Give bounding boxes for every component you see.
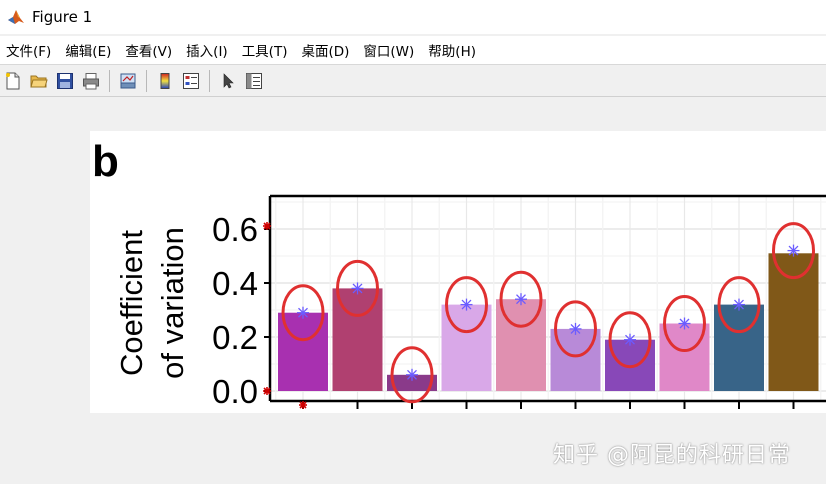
- data-point-marker: [678, 317, 691, 330]
- toolbar-separator: [209, 70, 210, 92]
- axis-marker: [263, 387, 271, 395]
- data-point-marker: [297, 306, 309, 319]
- property-editor-button[interactable]: [243, 70, 265, 92]
- new-figure-icon: [6, 72, 20, 90]
- axis-marker: [299, 401, 307, 409]
- save-button[interactable]: [54, 70, 76, 92]
- data-point-marker: [733, 298, 745, 311]
- data-point-marker: [569, 322, 582, 335]
- open-file-button[interactable]: [28, 70, 50, 92]
- new-figure-button[interactable]: [2, 70, 24, 92]
- toolbar-separator: [109, 70, 110, 92]
- select-pointer-button[interactable]: [217, 70, 239, 92]
- data-point-marker: [624, 333, 636, 346]
- matlab-logo-icon: [7, 8, 25, 26]
- open-file-icon: [30, 75, 48, 88]
- insert-legend-button[interactable]: [180, 70, 202, 92]
- menu-tools[interactable]: 工具(T): [236, 40, 296, 60]
- toolbar: [0, 66, 826, 97]
- y-axis-label-line1: Coefficient: [114, 230, 149, 376]
- menu-desktop[interactable]: 桌面(D): [295, 40, 357, 60]
- property-editor-icon: [246, 73, 262, 89]
- link-plot-icon: [120, 73, 136, 89]
- bar-chart: b Coefficient of variation 0.0 0.2 0.4 0.6: [92, 137, 826, 410]
- toolbar-separator: [146, 70, 147, 92]
- window-title: Figure 1: [32, 8, 93, 26]
- bar: [768, 253, 819, 391]
- print-button[interactable]: [80, 70, 102, 92]
- link-plot-button[interactable]: [117, 70, 139, 92]
- data-point-marker: [406, 368, 418, 381]
- data-point-marker: [515, 293, 527, 306]
- data-point-marker: [351, 282, 364, 295]
- colorbar-icon: [160, 73, 170, 89]
- menu-edit[interactable]: 编辑(E): [59, 40, 119, 60]
- insert-colorbar-button[interactable]: [154, 70, 176, 92]
- menu-insert[interactable]: 插入(I): [180, 40, 236, 60]
- menu-view[interactable]: 查看(V): [119, 40, 180, 60]
- panel-label: b: [92, 137, 119, 186]
- legend-icon: [183, 73, 199, 89]
- title-bar: Figure 1: [0, 0, 826, 34]
- axis-marker: [263, 222, 271, 230]
- menu-bar: 文件(F) 编辑(E) 查看(V) 插入(I) 工具(T) 桌面(D) 窗口(W…: [0, 36, 826, 65]
- watermark-text: 知乎 @阿昆的科研日常: [553, 443, 791, 468]
- figure-image: b Coefficient of variation 0.0 0.2 0.4 0.6: [90, 131, 826, 413]
- y-tick-label: 0.0: [212, 373, 258, 410]
- menu-help[interactable]: 帮助(H): [422, 40, 484, 60]
- data-point-marker: [460, 298, 473, 311]
- menu-window[interactable]: 窗口(W): [357, 40, 422, 60]
- y-tick-label: 0.6: [212, 211, 258, 248]
- y-tick-label: 0.4: [212, 265, 258, 302]
- menu-file[interactable]: 文件(F): [0, 40, 59, 60]
- figure-canvas: b Coefficient of variation 0.0 0.2 0.4 0.6: [0, 97, 826, 484]
- save-icon: [57, 73, 73, 89]
- select-pointer-icon: [223, 73, 234, 89]
- y-axis-label-line2: of variation: [155, 227, 190, 379]
- data-point-marker: [787, 244, 800, 257]
- y-tick-label: 0.2: [212, 319, 258, 356]
- print-icon: [83, 73, 99, 90]
